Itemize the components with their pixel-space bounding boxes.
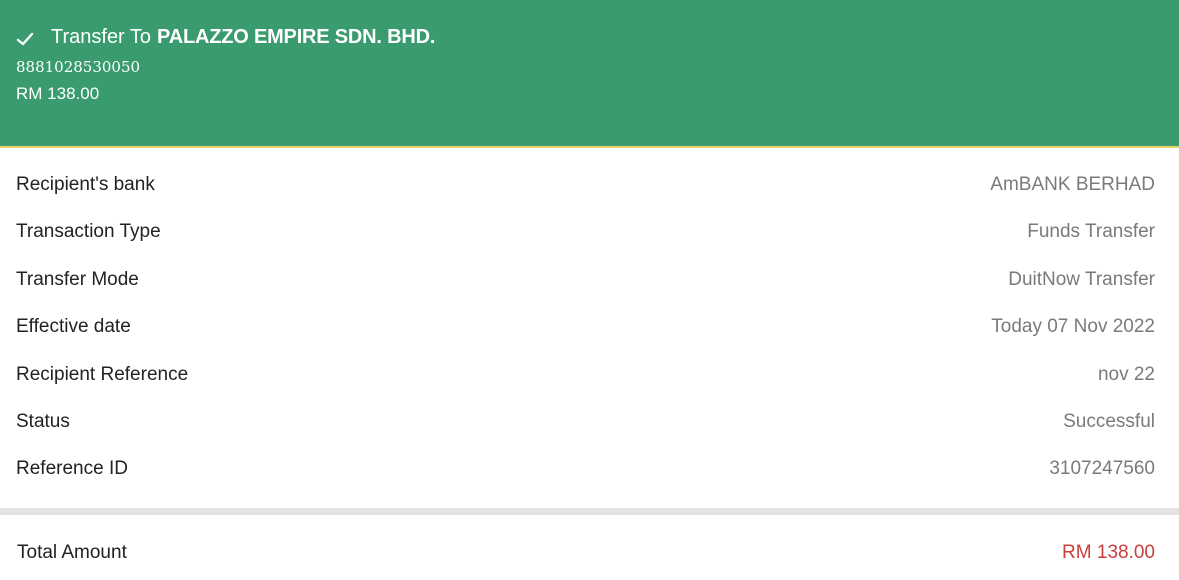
detail-row-reference-id: Reference ID 3107247560 [0, 446, 1179, 493]
transfer-title-prefix: Transfer To [51, 26, 152, 48]
recipient-account-number: 8881028530050 [16, 58, 141, 76]
detail-value: 3107247560 [1049, 458, 1155, 480]
detail-label: Reference ID [16, 458, 128, 480]
detail-value: DuitNow Transfer [1008, 268, 1155, 290]
detail-row-recipient-reference: Recipient Reference nov 22 [0, 352, 1179, 399]
total-amount-value: RM 138.00 [1062, 542, 1155, 563]
detail-row-recipient-bank: Recipient's bank AmBANK BERHAD [0, 162, 1179, 209]
transaction-details-list: Recipient's bank AmBANK BERHAD Transacti… [0, 162, 1179, 494]
detail-label: Effective date [16, 316, 131, 338]
transfer-amount: RM 138.00 [16, 84, 100, 103]
transfer-success-header: Transfer To PALAZZO EMPIRE SDN. BHD. 8881… [0, 0, 1179, 148]
recipient-name: PALAZZO EMPIRE SDN. BHD. [157, 26, 436, 48]
detail-label: Recipient Reference [16, 363, 189, 385]
checkmark-icon [16, 32, 34, 46]
total-amount-label: Total Amount [17, 542, 127, 563]
detail-row-transaction-type: Transaction Type Funds Transfer [0, 209, 1179, 256]
detail-row-status: Status Successful [0, 399, 1179, 446]
detail-label: Recipient's bank [16, 174, 155, 195]
detail-row-effective-date: Effective date Today 07 Nov 2022 [0, 304, 1179, 351]
detail-value: Successful [1063, 410, 1155, 432]
detail-label: Status [16, 410, 70, 432]
detail-value: nov 22 [1097, 363, 1155, 385]
detail-row-transfer-mode: Transfer Mode DuitNow Transfer [0, 257, 1179, 304]
section-divider [0, 508, 1179, 515]
detail-label: Transaction Type [16, 221, 161, 243]
detail-value: Funds Transfer [1027, 221, 1155, 243]
detail-value: Today 07 Nov 2022 [991, 316, 1155, 338]
detail-value: AmBANK BERHAD [990, 174, 1155, 195]
transfer-title: Transfer To PALAZZO EMPIRE SDN. BHD. [51, 25, 435, 49]
detail-label: Transfer Mode [16, 268, 139, 290]
